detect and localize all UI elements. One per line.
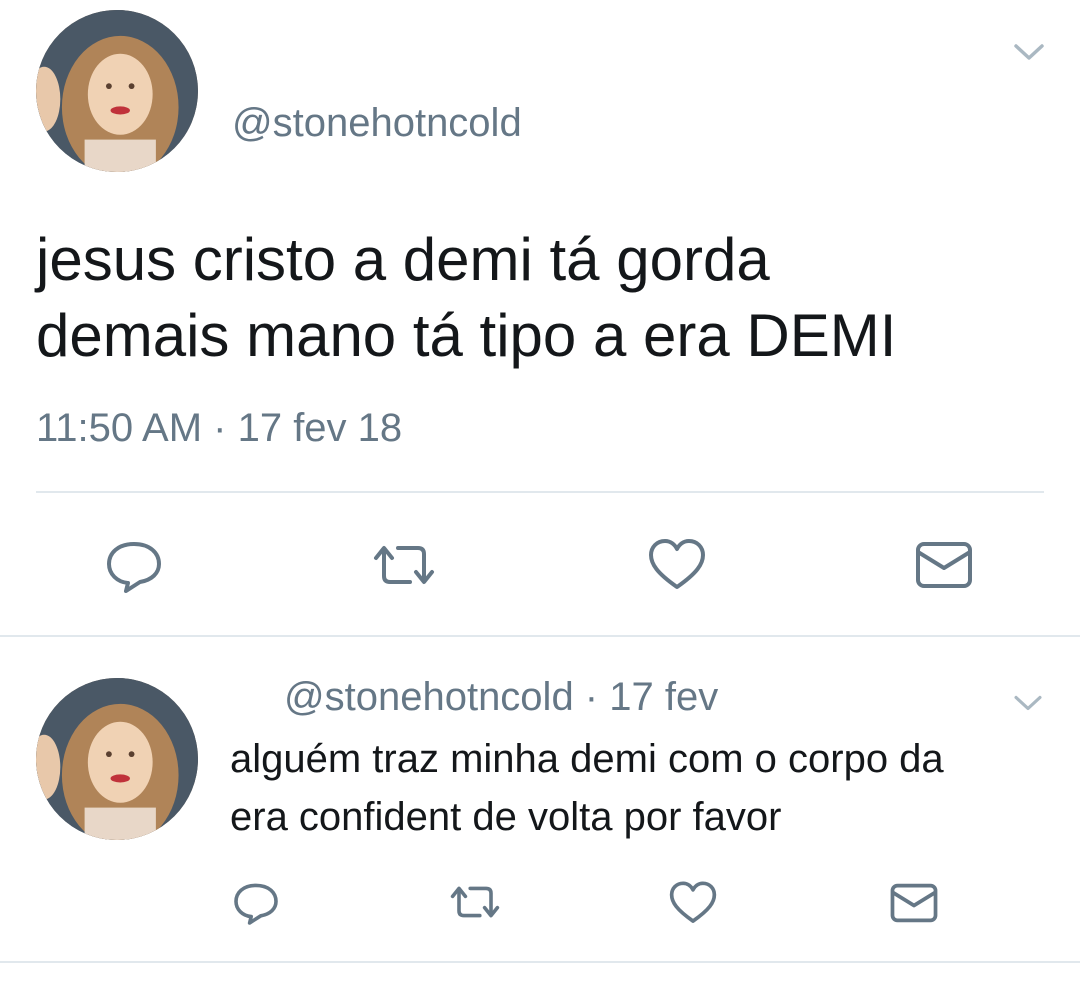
reply-icon[interactable]: [232, 880, 280, 926]
divider: [0, 961, 1080, 963]
tweet-timestamp[interactable]: 11:50 AM · 17 fev 18: [36, 405, 402, 451]
reply-icon[interactable]: [104, 538, 164, 594]
retweet-icon[interactable]: [368, 540, 440, 590]
like-icon[interactable]: [668, 880, 718, 926]
divider: [0, 635, 1080, 637]
tweet-text-line: demais mano tá tipo a era DEMI: [36, 302, 897, 369]
retweet-icon[interactable]: [446, 882, 504, 922]
dm-icon[interactable]: [915, 540, 973, 590]
like-icon[interactable]: [647, 537, 707, 593]
tweet-text: jesus cristo a demi tá gorda demais mano…: [36, 222, 896, 374]
avatar[interactable]: [36, 10, 198, 172]
reply-text-line: era confident de volta por favor: [230, 795, 782, 839]
reply-text-line: alguém traz minha demi com o corpo da: [230, 737, 944, 781]
dm-icon[interactable]: [890, 882, 938, 924]
tweet-text-line: jesus cristo a demi tá gorda: [36, 226, 770, 293]
reply-header[interactable]: @stonehotncold · 17 fev: [284, 674, 718, 720]
chevron-down-icon[interactable]: [1012, 692, 1044, 714]
reply-text: alguém traz minha demi com o corpo da er…: [230, 730, 944, 846]
avatar[interactable]: [36, 678, 198, 840]
chevron-down-icon[interactable]: [1012, 40, 1046, 64]
divider: [36, 491, 1044, 493]
user-handle[interactable]: @stonehotncold: [232, 100, 522, 146]
